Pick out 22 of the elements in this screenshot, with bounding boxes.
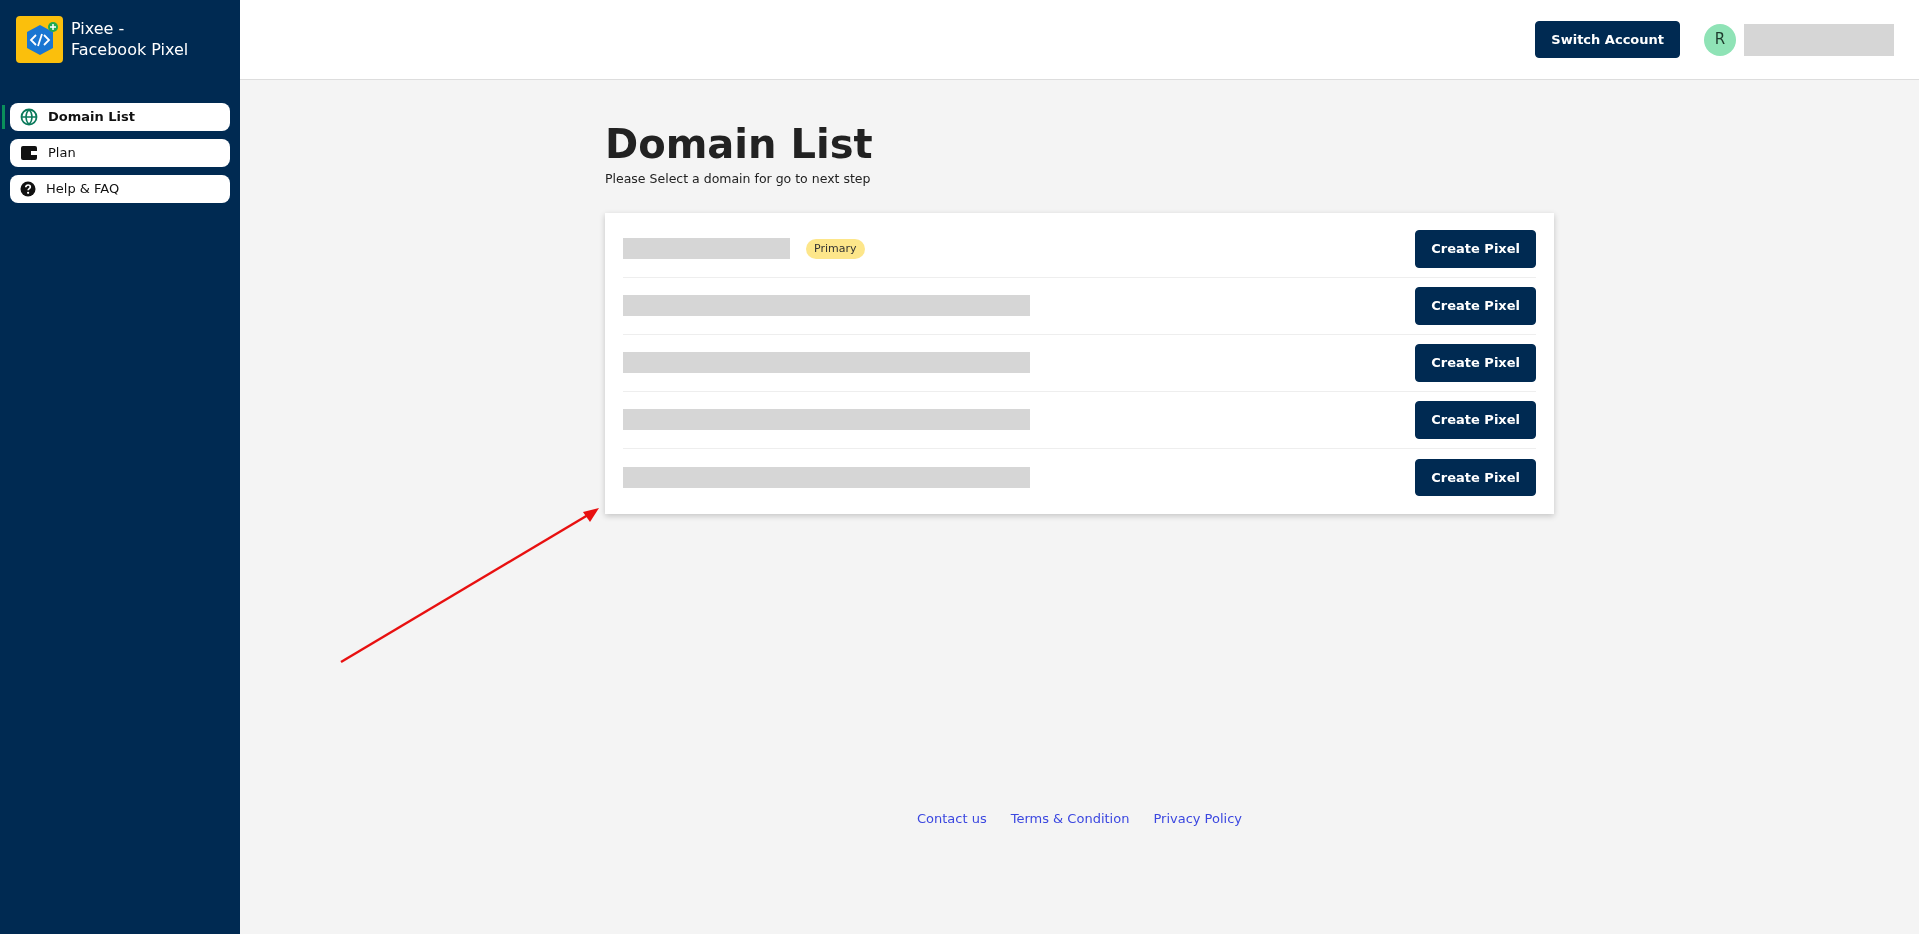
- app-name: Pixee -: [71, 18, 126, 40]
- page-title: Domain List: [605, 122, 874, 166]
- app-logo-icon: [16, 16, 63, 63]
- create-pixel-button[interactable]: Create Pixel: [1415, 230, 1536, 268]
- page-subtitle: Please Select a domain for go to next step: [605, 170, 872, 188]
- footer-link[interactable]: Terms & Condition: [1010, 808, 1130, 829]
- question-icon: [20, 181, 36, 197]
- globe-icon: [20, 108, 38, 126]
- wallet-icon: [20, 144, 38, 162]
- sidebar-item[interactable]: Domain List: [10, 103, 230, 131]
- footer-link[interactable]: Privacy Policy: [1153, 808, 1243, 829]
- create-pixel-button[interactable]: Create Pixel: [1415, 344, 1536, 382]
- create-pixel-button[interactable]: Create Pixel: [1415, 287, 1536, 325]
- avatar: R: [1704, 23, 1736, 56]
- primary-tag: Primary: [806, 238, 865, 259]
- sidebar-item[interactable]: Help & FAQ: [10, 175, 230, 203]
- app-name: Facebook Pixel: [71, 39, 189, 61]
- sidebar-item[interactable]: Plan: [10, 139, 230, 167]
- create-pixel-button[interactable]: Create Pixel: [1415, 458, 1536, 496]
- create-pixel-button[interactable]: Create Pixel: [1415, 401, 1536, 439]
- switch-account-button[interactable]: Switch Account: [1535, 20, 1680, 59]
- footer-link[interactable]: Contact us: [916, 808, 987, 829]
